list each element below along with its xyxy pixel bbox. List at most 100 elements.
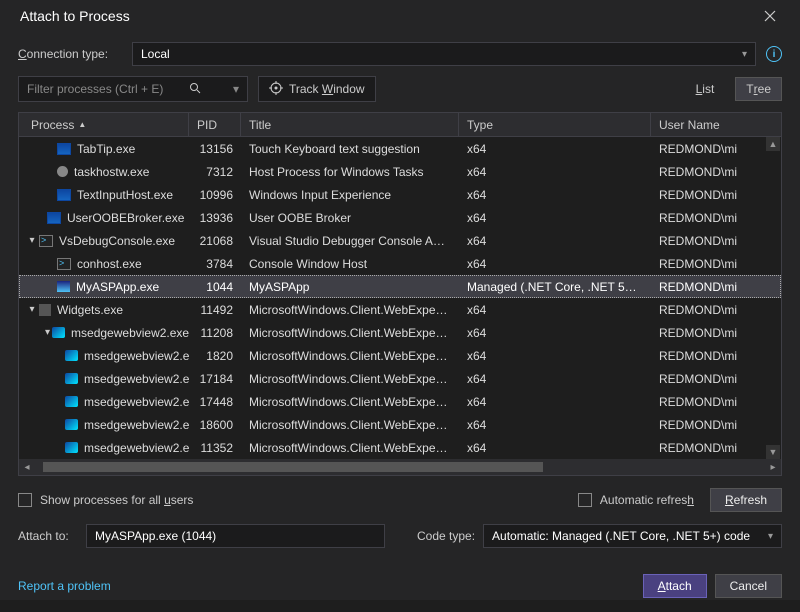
track-window-button[interactable]: Track Window (258, 76, 376, 102)
process-type: x64 (459, 395, 651, 409)
horizontal-scrollbar[interactable]: ◂ ▸ (19, 459, 781, 475)
process-name: TabTip.exe (77, 142, 135, 156)
table-row[interactable]: TextInputHost.exe10996Windows Input Expe… (19, 183, 781, 206)
process-name: TextInputHost.exe (77, 188, 173, 202)
report-problem-link[interactable]: Report a problem (18, 579, 111, 593)
edge-icon (52, 327, 65, 338)
col-pid[interactable]: PID (189, 113, 241, 136)
close-button[interactable] (750, 0, 790, 32)
process-type: x64 (459, 257, 651, 271)
process-user: REDMOND\mi (651, 441, 781, 455)
tree-expander-icon[interactable]: ▾ (27, 304, 37, 315)
process-user: REDMOND\mi (651, 211, 781, 225)
process-pid: 11208 (189, 326, 241, 340)
tree-expander-icon[interactable]: ▾ (45, 327, 50, 338)
info-icon[interactable]: i (766, 46, 782, 62)
process-name: VsDebugConsole.exe (59, 234, 175, 248)
process-title: MicrosoftWindows.Client.WebExperi… (241, 326, 459, 340)
table-row[interactable]: ▾VsDebugConsole.exe21068Visual Studio De… (19, 229, 781, 252)
col-process[interactable]: Process ▲ (19, 113, 189, 136)
table-row[interactable]: msedgewebview2.exe18600MicrosoftWindows.… (19, 413, 781, 436)
view-tree-button[interactable]: Tree (735, 77, 782, 101)
track-window-label: Track Window (289, 82, 365, 96)
table-header: Process ▲ PID Title Type User Name (19, 113, 781, 137)
scroll-left-button[interactable]: ◂ (19, 459, 35, 475)
process-name: msedgewebview2.exe (84, 418, 189, 432)
win-icon (57, 143, 71, 155)
process-pid: 11492 (189, 303, 241, 317)
win-icon (47, 212, 61, 224)
show-all-users-checkbox[interactable] (18, 493, 32, 507)
table-row[interactable]: UserOOBEBroker.exe13936User OOBE Brokerx… (19, 206, 781, 229)
process-pid: 10996 (189, 188, 241, 202)
auto-refresh-checkbox[interactable] (578, 493, 592, 507)
filter-input[interactable]: Filter processes (Ctrl + E) ▾ (18, 76, 248, 102)
table-row[interactable]: MyASPApp.exe1044MyASPAppManaged (.NET Co… (19, 275, 781, 298)
dialog-title: Attach to Process (20, 8, 130, 24)
process-user: REDMOND\mi (651, 326, 781, 340)
table-row[interactable]: msedgewebview2.exe17184MicrosoftWindows.… (19, 367, 781, 390)
edge-icon (65, 419, 78, 430)
process-title: MicrosoftWindows.Client.WebExperi… (241, 372, 459, 386)
table-row[interactable]: ▾msedgewebview2.exe11208MicrosoftWindows… (19, 321, 781, 344)
refresh-button[interactable]: Refresh (710, 488, 782, 512)
process-type: x64 (459, 326, 651, 340)
process-name: msedgewebview2.exe (84, 441, 189, 455)
scroll-down-button[interactable]: ▼ (766, 445, 780, 459)
table-row[interactable]: conhost.exe3784Console Window Hostx64RED… (19, 252, 781, 275)
process-name: UserOOBEBroker.exe (67, 211, 184, 225)
process-title: MyASPApp (241, 280, 459, 294)
chevron-down-icon: ▾ (742, 49, 747, 60)
connection-type-dropdown[interactable]: Local ▾ (132, 42, 756, 66)
process-user: REDMOND\mi (651, 303, 781, 317)
attach-to-process-dialog: Attach to Process Connection type: Local… (0, 0, 800, 600)
process-pid: 11352 (189, 441, 241, 455)
process-user: REDMOND\mi (651, 188, 781, 202)
process-name: msedgewebview2.exe (84, 395, 189, 409)
process-pid: 13936 (189, 211, 241, 225)
col-type[interactable]: Type (459, 113, 651, 136)
process-title: MicrosoftWindows.Client.WebExperi… (241, 395, 459, 409)
close-icon (764, 10, 776, 22)
table-row[interactable]: msedgewebview2.exe1820MicrosoftWindows.C… (19, 344, 781, 367)
attach-to-input[interactable]: MyASPApp.exe (1044) (86, 524, 385, 548)
search-icon (189, 82, 201, 97)
process-type: x64 (459, 303, 651, 317)
process-name: MyASPApp.exe (76, 280, 159, 294)
auto-refresh-label: Automatic refresh (600, 493, 694, 507)
attach-button[interactable]: Attach (643, 574, 707, 598)
footer-row: Report a problem Attach Cancel (18, 558, 782, 598)
scroll-up-button[interactable]: ▲ (766, 137, 780, 151)
table-row[interactable]: taskhostw.exe7312Host Process for Window… (19, 160, 781, 183)
process-type: x64 (459, 418, 651, 432)
process-type: x64 (459, 349, 651, 363)
table-row[interactable]: msedgewebview2.exe11352MicrosoftWindows.… (19, 436, 781, 459)
table-row[interactable]: TabTip.exe13156Touch Keyboard text sugge… (19, 137, 781, 160)
edge-icon (65, 373, 78, 384)
scroll-right-button[interactable]: ▸ (765, 459, 781, 475)
process-name: msedgewebview2.exe (84, 349, 189, 363)
process-pid: 17184 (189, 372, 241, 386)
edge-icon (65, 396, 78, 407)
table-body: ▲ ▼ TabTip.exe13156Touch Keyboard text s… (19, 137, 781, 459)
tree-expander-icon[interactable]: ▾ (27, 235, 37, 246)
col-user[interactable]: User Name (651, 113, 781, 136)
filter-placeholder: Filter processes (Ctrl + E) (27, 82, 163, 96)
table-row[interactable]: msedgewebview2.exe17448MicrosoftWindows.… (19, 390, 781, 413)
app-icon (57, 281, 70, 292)
process-title: MicrosoftWindows.Client.WebExperi… (241, 418, 459, 432)
process-title: Host Process for Windows Tasks (241, 165, 459, 179)
process-title: MicrosoftWindows.Client.WebExperi… (241, 303, 459, 317)
titlebar: Attach to Process (0, 0, 800, 32)
process-pid: 13156 (189, 142, 241, 156)
process-type: x64 (459, 142, 651, 156)
cancel-button[interactable]: Cancel (715, 574, 782, 598)
view-list-button[interactable]: List (685, 77, 726, 101)
target-icon (269, 81, 283, 98)
code-type-dropdown[interactable]: Automatic: Managed (.NET Core, .NET 5+) … (483, 524, 782, 548)
process-type: x64 (459, 234, 651, 248)
col-title[interactable]: Title (241, 113, 459, 136)
scroll-track[interactable] (35, 459, 765, 475)
table-row[interactable]: ▾Widgets.exe11492MicrosoftWindows.Client… (19, 298, 781, 321)
scroll-thumb[interactable] (43, 462, 543, 472)
